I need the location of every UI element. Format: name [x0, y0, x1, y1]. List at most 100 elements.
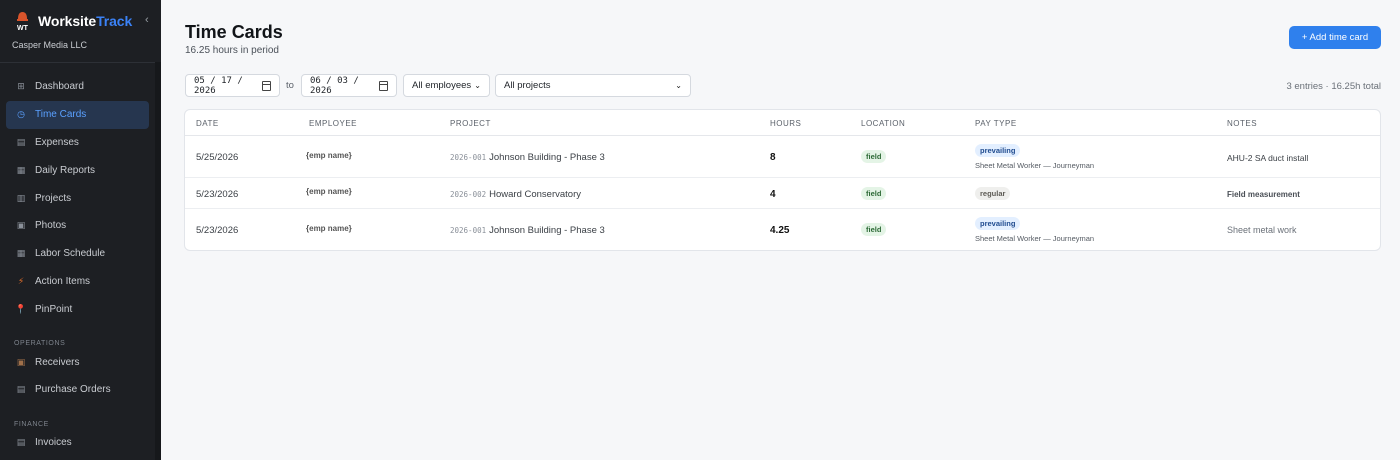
sidebar-item-label: Labor Schedule: [35, 248, 106, 260]
sidebar-item-action-items[interactable]: ⚡ Action Items: [6, 268, 149, 296]
sidebar-item-dashboard[interactable]: ⊞ Dashboard: [6, 73, 149, 101]
company-name: Casper Media LLC: [12, 40, 88, 50]
folder-icon: ▥: [16, 192, 26, 203]
start-date-value: 05 / 17 / 2026: [194, 75, 243, 96]
calendar-icon[interactable]: [379, 80, 388, 91]
hours-cell: 4.25: [770, 225, 790, 236]
pin-icon: 📍: [15, 303, 27, 314]
pay-detail: Sheet Metal Worker — Journeyman: [975, 161, 1095, 170]
document-icon: ▤: [16, 437, 26, 448]
project-code: 2026-002: [450, 190, 487, 199]
sidebar: WT WorksiteTrack ‹ Casper Media LLC ⊞ Das…: [0, 0, 161, 460]
project-name: Johnson Building - Phase 3: [489, 152, 605, 163]
column-header-date[interactable]: DATE: [196, 119, 219, 128]
calendar-icon: ▦: [16, 248, 26, 259]
start-date-input[interactable]: 05 / 17 / 2026: [185, 74, 280, 97]
sidebar-item-label: Photos: [35, 220, 67, 232]
clipboard-icon: ▤: [16, 384, 26, 395]
location-badge: field: [861, 150, 887, 163]
report-icon: ▦: [16, 164, 26, 175]
sidebar-item-purchase-orders[interactable]: ▤ Purchase Orders: [6, 376, 149, 404]
location-cell: field: [861, 187, 887, 200]
page-subtitle: 16.25 hours in period: [185, 45, 279, 56]
notes-cell: Sheet metal work: [1227, 225, 1297, 235]
column-header-location[interactable]: LOCATION: [861, 119, 905, 128]
location-badge: field: [861, 187, 887, 200]
hours-cell: 8: [770, 152, 776, 163]
sidebar-item-daily-reports[interactable]: ▦ Daily Reports: [6, 156, 149, 184]
sidebar-item-labor-schedule[interactable]: ▦ Labor Schedule: [6, 240, 149, 268]
notes-cell: AHU-2 SA duct install: [1227, 153, 1309, 163]
sidebar-scrollbar[interactable]: [155, 62, 161, 460]
sidebar-item-receivers[interactable]: ▣ Receivers: [6, 348, 149, 376]
section-operations-title: OPERATIONS: [14, 340, 66, 348]
pay-detail: Sheet Metal Worker — Journeyman: [975, 234, 1095, 243]
project-name: Howard Conservatory: [489, 189, 581, 200]
table-row[interactable]: 5/23/2026 {emp name} 2026-001 Johnson Bui…: [185, 209, 1380, 250]
project-code: 2026-001: [450, 226, 487, 235]
brand-name: WorksiteTrack: [38, 13, 133, 29]
sidebar-item-label: Time Cards: [35, 109, 87, 121]
column-header-project[interactable]: PROJECT: [450, 119, 491, 128]
location-cell: field: [861, 150, 887, 163]
chevron-down-icon: ⌄: [675, 81, 682, 90]
pay-type-badge: prevailing: [975, 217, 1021, 230]
project-cell: 2026-001 Johnson Building - Phase 3: [450, 225, 605, 236]
end-date-input[interactable]: 06 / 03 / 2026: [301, 74, 397, 97]
svg-text:WT: WT: [17, 25, 29, 31]
sidebar-item-time-cards[interactable]: ◷ Time Cards: [6, 100, 149, 129]
grid-icon: ⊞: [17, 81, 25, 92]
pay-type-cell: prevailing Sheet Metal Worker — Journeyma…: [975, 144, 1094, 170]
to-label: to: [286, 80, 294, 91]
chevron-down-icon: ⌄: [474, 81, 481, 90]
sidebar-item-label: Purchase Orders: [35, 384, 111, 396]
sidebar-item-label: Dashboard: [35, 81, 84, 93]
column-header-employee[interactable]: EMPLOYEE: [309, 119, 357, 128]
pay-type-cell: regular: [975, 187, 1011, 200]
table-row[interactable]: 5/25/2026 {emp name} 2026-001 Johnson Bui…: [185, 136, 1380, 178]
project-cell: 2026-002 Howard Conservatory: [450, 189, 581, 200]
project-cell: 2026-001 Johnson Building - Phase 3: [450, 152, 605, 163]
sidebar-item-expenses[interactable]: ▤ Expenses: [6, 129, 149, 157]
project-code: 2026-001: [450, 153, 487, 162]
pay-type-cell: prevailing Sheet Metal Worker — Journeyma…: [975, 217, 1094, 243]
employee-cell: {emp name}: [306, 224, 352, 233]
collapse-sidebar-icon[interactable]: ‹: [145, 14, 149, 26]
end-date-value: 06 / 03 / 2026: [310, 75, 359, 96]
table-row[interactable]: 5/23/2026 {emp name} 2026-002 Howard Cons…: [185, 178, 1380, 209]
employee-select-value: All employees: [412, 80, 472, 91]
section-finance-title: FINANCE: [14, 420, 49, 428]
column-header-hours[interactable]: HOURS: [770, 119, 801, 128]
table-header: DATE EMPLOYEE PROJECT HOURS LOCATION PAY…: [185, 110, 1380, 136]
date-cell: 5/25/2026: [196, 152, 239, 163]
employee-cell: {emp name}: [306, 151, 352, 160]
sidebar-nav: ⊞ Dashboard ◷ Time Cards ▤ Expenses ▦ Daily …: [6, 73, 149, 457]
time-cards-table: DATE EMPLOYEE PROJECT HOURS LOCATION PAY…: [184, 109, 1381, 251]
hours-cell: 4: [770, 189, 776, 200]
sidebar-item-label: Daily Reports: [35, 164, 96, 176]
calendar-icon[interactable]: [262, 80, 271, 91]
add-time-card-button[interactable]: + Add time card: [1289, 26, 1381, 49]
brand[interactable]: WT WorksiteTrack: [14, 11, 133, 32]
sidebar-item-pinpoint[interactable]: 📍 PinPoint: [6, 295, 149, 323]
column-header-pay-type[interactable]: PAY TYPE: [975, 119, 1017, 128]
pay-type-badge: regular: [975, 187, 1011, 200]
sidebar-item-projects[interactable]: ▥ Projects: [6, 184, 149, 212]
employee-select[interactable]: All employees ⌄: [403, 74, 490, 97]
sidebar-item-photos[interactable]: ▣ Photos: [6, 212, 149, 240]
box-icon: ▣: [16, 356, 26, 367]
clock-icon: ◷: [17, 109, 25, 120]
sidebar-item-label: Invoices: [35, 437, 72, 449]
sidebar-item-label: PinPoint: [35, 303, 73, 315]
sidebar-item-invoices[interactable]: ▤ Invoices: [6, 429, 149, 457]
entries-summary: 3 entries · 16.25h total: [1286, 81, 1381, 92]
project-name: Johnson Building - Phase 3: [489, 225, 605, 236]
lightning-icon: ⚡: [17, 275, 25, 286]
sidebar-item-label: Expenses: [35, 136, 79, 148]
date-cell: 5/23/2026: [196, 225, 239, 236]
sidebar-item-label: Projects: [35, 192, 72, 204]
column-header-notes[interactable]: NOTES: [1227, 119, 1257, 128]
sidebar-item-label: Receivers: [35, 356, 80, 368]
date-cell: 5/23/2026: [196, 189, 239, 200]
project-select[interactable]: All projects ⌄: [495, 74, 691, 97]
